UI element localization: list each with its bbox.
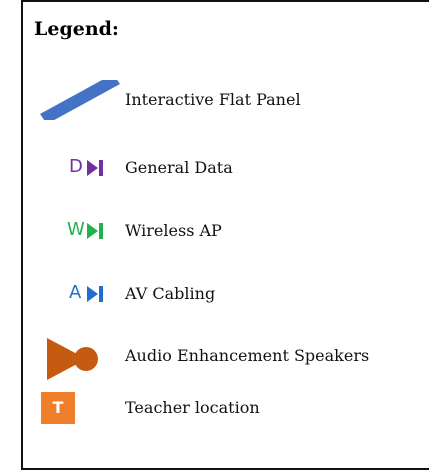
- jack-arrow-icon: [87, 286, 103, 302]
- legend-label: Audio Enhancement Speakers: [125, 346, 370, 365]
- legend-label: AV Cabling: [125, 284, 216, 303]
- legend-item-speakers: Audio Enhancement Speakers: [23, 336, 429, 380]
- av-letter: A: [69, 282, 82, 303]
- legend-item-general-data: D General Data: [23, 148, 429, 188]
- legend-title: Legend:: [34, 18, 119, 40]
- teacher-box: T: [41, 392, 75, 424]
- flat-panel-icon: [40, 80, 120, 120]
- legend-label: Wireless AP: [125, 221, 222, 240]
- legend-item-wireless-ap: W Wireless AP: [23, 211, 429, 251]
- legend-label: General Data: [125, 158, 233, 177]
- legend-label: Interactive Flat Panel: [125, 90, 301, 109]
- jack-arrow-icon: [87, 160, 103, 176]
- speaker-icon: [47, 338, 98, 380]
- teacher-location-icon: T: [23, 388, 123, 428]
- legend-item-av-cabling: A AV Cabling: [23, 274, 429, 314]
- legend-label: Teacher location: [125, 398, 260, 417]
- legend-item-teacher-location: T Teacher location: [23, 388, 429, 428]
- data-jack-icon: D: [23, 148, 123, 188]
- av-cabling-icon: A: [23, 274, 123, 314]
- data-letter: D: [69, 156, 83, 177]
- legend-item-flat-panel: Interactive Flat Panel: [23, 80, 429, 120]
- legend-box: Legend: Interactive Flat Panel D General…: [21, 0, 429, 470]
- wireless-letter: W: [67, 219, 85, 240]
- wireless-ap-icon: W: [23, 211, 123, 251]
- jack-arrow-icon: [87, 223, 103, 239]
